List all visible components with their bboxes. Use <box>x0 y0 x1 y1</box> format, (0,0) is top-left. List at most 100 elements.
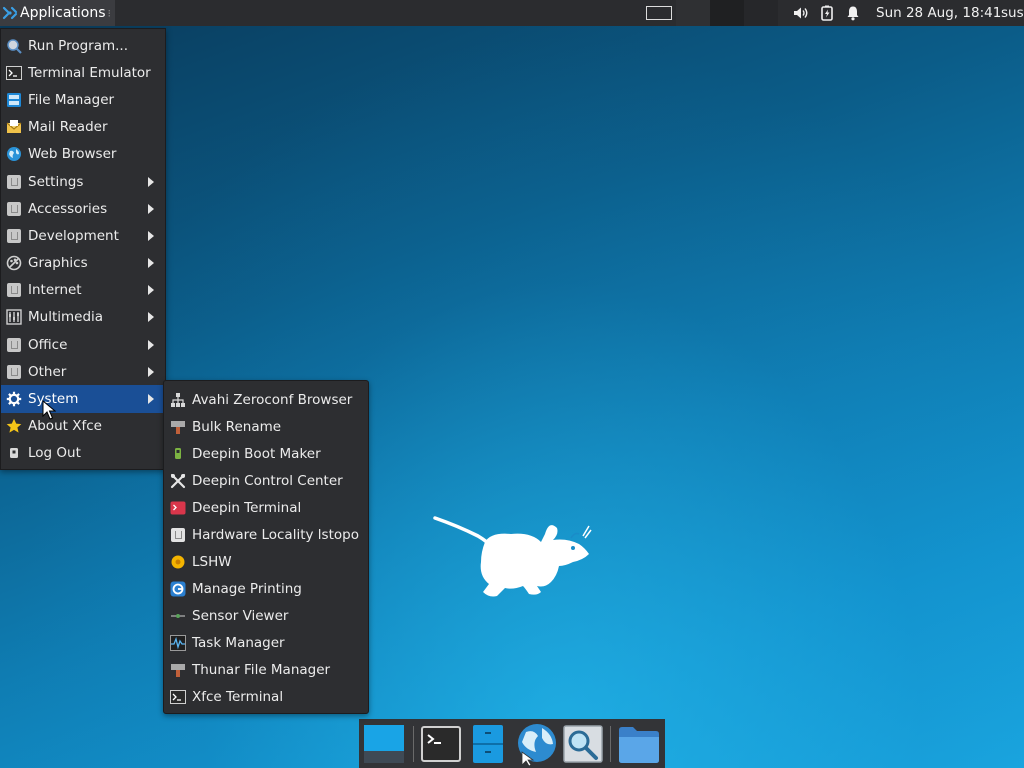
workspace-2[interactable] <box>676 0 710 26</box>
menu-item-graphics[interactable]: Graphics <box>1 250 165 277</box>
dock-show-desktop[interactable] <box>359 719 409 768</box>
menu-item-run-program[interactable]: Run Program... <box>1 32 165 59</box>
menu-item-settings[interactable]: Settings <box>1 168 165 195</box>
menu-item-label: File Manager <box>28 91 115 108</box>
show-desktop-icon <box>364 724 404 763</box>
dock-separator <box>610 725 611 762</box>
xfce-mouse-mascot <box>433 512 593 604</box>
file-manager-icon <box>473 724 503 763</box>
menu-item-label: Internet <box>28 282 82 299</box>
volume-icon[interactable] <box>788 0 814 26</box>
thunar-icon <box>170 662 186 678</box>
menu-item-terminal-emulator[interactable]: Terminal Emulator <box>1 59 165 86</box>
menu-item-hardware-locality-lstopo[interactable]: Hardware Locality lstopo <box>164 521 368 548</box>
top-panel: Applications ⁝ Sun 28 Aug, 18:41 sus <box>0 0 1024 26</box>
applications-label: Applications <box>20 5 106 21</box>
menu-item-label: Thunar File Manager <box>192 661 331 678</box>
dock-file-manager[interactable] <box>464 719 512 768</box>
submenu-arrow-icon <box>148 312 154 323</box>
network-icon <box>170 392 186 408</box>
bulk-rename-icon <box>170 419 186 435</box>
dock-web-browser[interactable] <box>512 719 560 768</box>
workspace-3[interactable] <box>710 0 744 26</box>
terminal-icon <box>421 725 461 762</box>
development-icon <box>6 228 22 244</box>
menu-item-internet[interactable]: Internet <box>1 277 165 304</box>
workspace-1[interactable] <box>642 0 676 26</box>
clock[interactable]: Sun 28 Aug, 18:41 <box>876 5 1001 21</box>
menu-item-accessories[interactable]: Accessories <box>1 195 165 222</box>
user-menu[interactable]: sus <box>1001 5 1024 21</box>
menu-item-label: Accessories <box>28 200 108 217</box>
submenu-arrow-icon <box>148 285 154 296</box>
menu-item-label: Other <box>28 363 67 380</box>
menu-item-file-manager[interactable]: File Manager <box>1 86 165 113</box>
xfce-terminal-icon <box>170 689 186 705</box>
star-icon <box>6 418 22 434</box>
menu-item-label: Mail Reader <box>28 119 108 136</box>
multimedia-icon <box>6 309 22 326</box>
menu-item-log-out[interactable]: Log Out <box>1 440 165 467</box>
menu-item-thunar-file-manager[interactable]: Thunar File Manager <box>164 656 368 683</box>
menu-item-avahi-zeroconf-browser[interactable]: Avahi Zeroconf Browser <box>164 386 368 413</box>
xfce-logo-icon <box>2 5 18 21</box>
menu-item-label: Xfce Terminal <box>192 688 284 705</box>
panel-handle-icon: ⁝ <box>107 6 112 20</box>
menu-item-web-browser[interactable]: Web Browser <box>1 141 165 168</box>
menu-item-lshw[interactable]: LSHW <box>164 548 368 575</box>
menu-item-deepin-terminal[interactable]: Deepin Terminal <box>164 494 368 521</box>
deepin-terminal-icon <box>170 500 186 516</box>
mouse-pointer-icon <box>42 399 57 424</box>
folder-icon <box>619 726 659 763</box>
menu-item-manage-printing[interactable]: Manage Printing <box>164 575 368 602</box>
workspace-4[interactable] <box>744 0 778 26</box>
menu-item-about-xfce[interactable]: About Xfce <box>1 413 165 440</box>
menu-item-label: Manage Printing <box>192 580 302 597</box>
menu-item-task-manager[interactable]: Task Manager <box>164 629 368 656</box>
web-browser-icon <box>518 723 556 766</box>
menu-item-development[interactable]: Development <box>1 222 165 249</box>
menu-item-mail-reader[interactable]: Mail Reader <box>1 114 165 141</box>
menu-item-label: Task Manager <box>192 634 285 651</box>
applications-menu-button[interactable]: Applications ⁝ <box>0 0 116 26</box>
dock-app-finder[interactable] <box>560 719 606 768</box>
accessories-icon <box>6 201 22 217</box>
menu-item-sensor-viewer[interactable]: Sensor Viewer <box>164 602 368 629</box>
battery-charging-icon[interactable] <box>814 0 840 26</box>
office-icon <box>6 337 22 353</box>
menu-item-system[interactable]: System <box>1 385 165 413</box>
menu-item-multimedia[interactable]: Multimedia <box>1 304 165 331</box>
notifications-bell-icon[interactable] <box>840 0 866 26</box>
menu-item-other[interactable]: Other <box>1 358 165 385</box>
menu-item-label: Multimedia <box>28 309 104 326</box>
menu-item-office[interactable]: Office <box>1 331 165 358</box>
mail-icon <box>6 119 22 135</box>
submenu-arrow-icon <box>148 230 154 241</box>
menu-item-label: Hardware Locality lstopo <box>192 526 359 543</box>
submenu-arrow-icon <box>148 394 154 405</box>
dock-terminal[interactable] <box>418 719 464 768</box>
menu-item-label: Terminal Emulator <box>28 64 151 81</box>
menu-item-label: Web Browser <box>28 146 117 163</box>
menu-item-bulk-rename[interactable]: Bulk Rename <box>164 413 368 440</box>
lstopo-icon <box>170 527 186 543</box>
dock-folder[interactable] <box>615 719 663 768</box>
file-manager-icon <box>6 92 22 108</box>
submenu-arrow-icon <box>148 258 154 269</box>
menu-item-label: Development <box>28 227 119 244</box>
menu-item-xfce-terminal[interactable]: Xfce Terminal <box>164 683 368 710</box>
menu-item-label: Run Program... <box>28 37 129 54</box>
graphics-icon <box>6 255 22 271</box>
menu-item-label: About Xfce <box>28 418 102 435</box>
menu-item-label: Deepin Boot Maker <box>192 445 321 462</box>
menu-item-deepin-control-center[interactable]: Deepin Control Center <box>164 467 368 494</box>
applications-menu: Run Program... Terminal Emulator File Ma… <box>0 28 166 470</box>
menu-item-label: Settings <box>28 173 84 190</box>
system-tray: Sun 28 Aug, 18:41 <box>788 0 1001 26</box>
lshw-icon <box>170 554 186 570</box>
menu-item-label: Log Out <box>28 445 81 462</box>
dock-separator <box>413 725 414 762</box>
task-manager-icon <box>170 634 186 651</box>
menu-item-deepin-boot-maker[interactable]: Deepin Boot Maker <box>164 440 368 467</box>
submenu-arrow-icon <box>148 203 154 214</box>
